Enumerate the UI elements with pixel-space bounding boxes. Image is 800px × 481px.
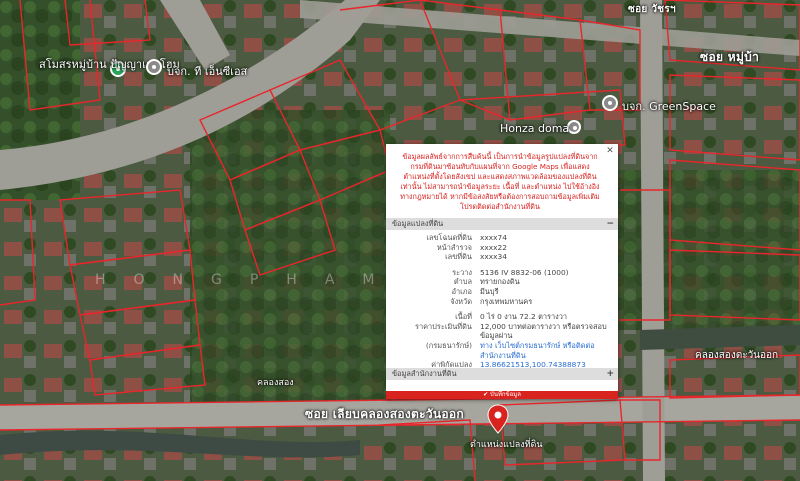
info-row-label: ค่าพิกัดแปลง [431,360,472,368]
greenspace-place-icon[interactable] [602,95,618,111]
info-row-label: หน้าสำรวจ [436,242,472,252]
info-row-value: xxxx74 [480,233,507,242]
info-row-label: อำเภอ [451,286,472,296]
section-header-office[interactable]: ข้อมูลสำนักงานที่ดิน + [386,368,618,380]
street-label-top-right: ซอย หมู่บ้า [700,50,760,64]
info-row-value: กรุงเทพมหานคร [480,296,533,306]
info-row: เลขที่ดิน xxxx34 [386,252,618,262]
disclaimer-text: ข้อมูลผลลัพธ์จากการสืบค้นนี้ เป็นการนำข้… [400,152,600,211]
info-row: อำเภอ มีนบุรี [386,287,618,297]
close-icon[interactable]: ✕ [605,146,615,156]
section-header-parcel[interactable]: ข้อมูลแปลงที่ดิน − [386,218,618,230]
info-row: ค่าพิกัดแปลง 13.86621513,100.74388873 [386,360,618,368]
info-row: จังหวัด กรุงเทพมหานคร [386,297,618,307]
place-label-company-b[interactable]: บจก. GreenSpace [622,97,716,115]
info-row: เลขโฉนดที่ดิน xxxx74 [386,233,618,243]
land-parcel-marker-icon[interactable] [487,404,509,438]
parcel-info-list: เลขโฉนดที่ดิน xxxx74 หน้าสำรวจ xxxx22 เลขที่… [386,230,618,368]
info-row-link[interactable]: 13.86621513,100.74388873 [480,360,586,368]
expand-icon[interactable]: + [606,368,614,380]
info-row: ระวาง 5136 IV 8832-06 (1000) [386,268,618,278]
save-button[interactable]: ✔ บันทึกข้อมูล [386,391,618,399]
info-row: ราคาประเมินที่ดิน 12,000 บาทต่อตารางวา หร… [386,322,618,341]
collapse-icon[interactable]: − [606,218,614,230]
info-row-label: จังหวัด [450,296,472,306]
street-label-bottom: ซอย เลียบคลองสองตะวันออก [305,407,464,421]
info-row: หน้าสำรวจ xxxx22 [386,243,618,253]
info-row-label: (กรมธนารักษ์) [425,340,472,350]
place-label-honza[interactable]: Honza doma [500,122,569,135]
info-row-value: 5136 IV 8832-06 (1000) [480,267,569,277]
info-row-value: xxxx34 [480,252,507,262]
info-row-label: ระวาง [452,267,472,277]
place-label-company-a[interactable]: บจก. ที เอ็นซีเอส [167,62,247,80]
parcel-marker-label: ตำแหน่งแปลงที่ดิน [470,440,543,450]
company-place-icon[interactable] [146,59,162,75]
info-row-value: 12,000 บาทต่อตารางวา หรือตรวจสอบข้อมูลผ่… [480,321,607,341]
canal-label: คลองสอง [257,378,294,388]
info-row-value: 0 ไร่ 0 งาน 72.2 ตารางวา [480,312,568,322]
info-row-value: มีนบุรี [480,286,499,296]
info-row-label: เลขโฉนดที่ดิน [426,233,472,242]
info-row-value: xxxx22 [480,242,507,252]
info-row-label: เลขที่ดิน [445,252,472,262]
info-row: (กรมธนารักษ์) ทาง เว็บไซต์กรมธนารักษ์ หรื… [386,341,618,360]
parcel-info-popup: ✕ ข้อมูลผลลัพธ์จากการสืบค้นนี้ เป็นการนำ… [386,144,618,399]
info-row: เนื้อที่ 0 ไร่ 0 งาน 72.2 ตารางวา [386,312,618,322]
section-title-parcel: ข้อมูลแปลงที่ดิน [392,219,444,228]
info-row-label: เนื้อที่ [455,312,472,322]
street-label-vertical: ซอย วัชรฯ [628,4,676,15]
info-row-label: ตำบล [453,277,472,287]
info-row-label: ราคาประเมินที่ดิน [414,321,472,331]
canal-label-right: คลองสองตะวันออก [695,350,779,361]
section-title-office: ข้อมูลสำนักงานที่ดิน [392,369,457,378]
info-row-value: ทรายกองดิน [480,277,520,287]
info-row: ตำบล ทรายกองดิน [386,277,618,287]
info-row-link[interactable]: ทาง เว็บไซต์กรมธนารักษ์ หรือติดต่อสำนักง… [480,341,618,360]
